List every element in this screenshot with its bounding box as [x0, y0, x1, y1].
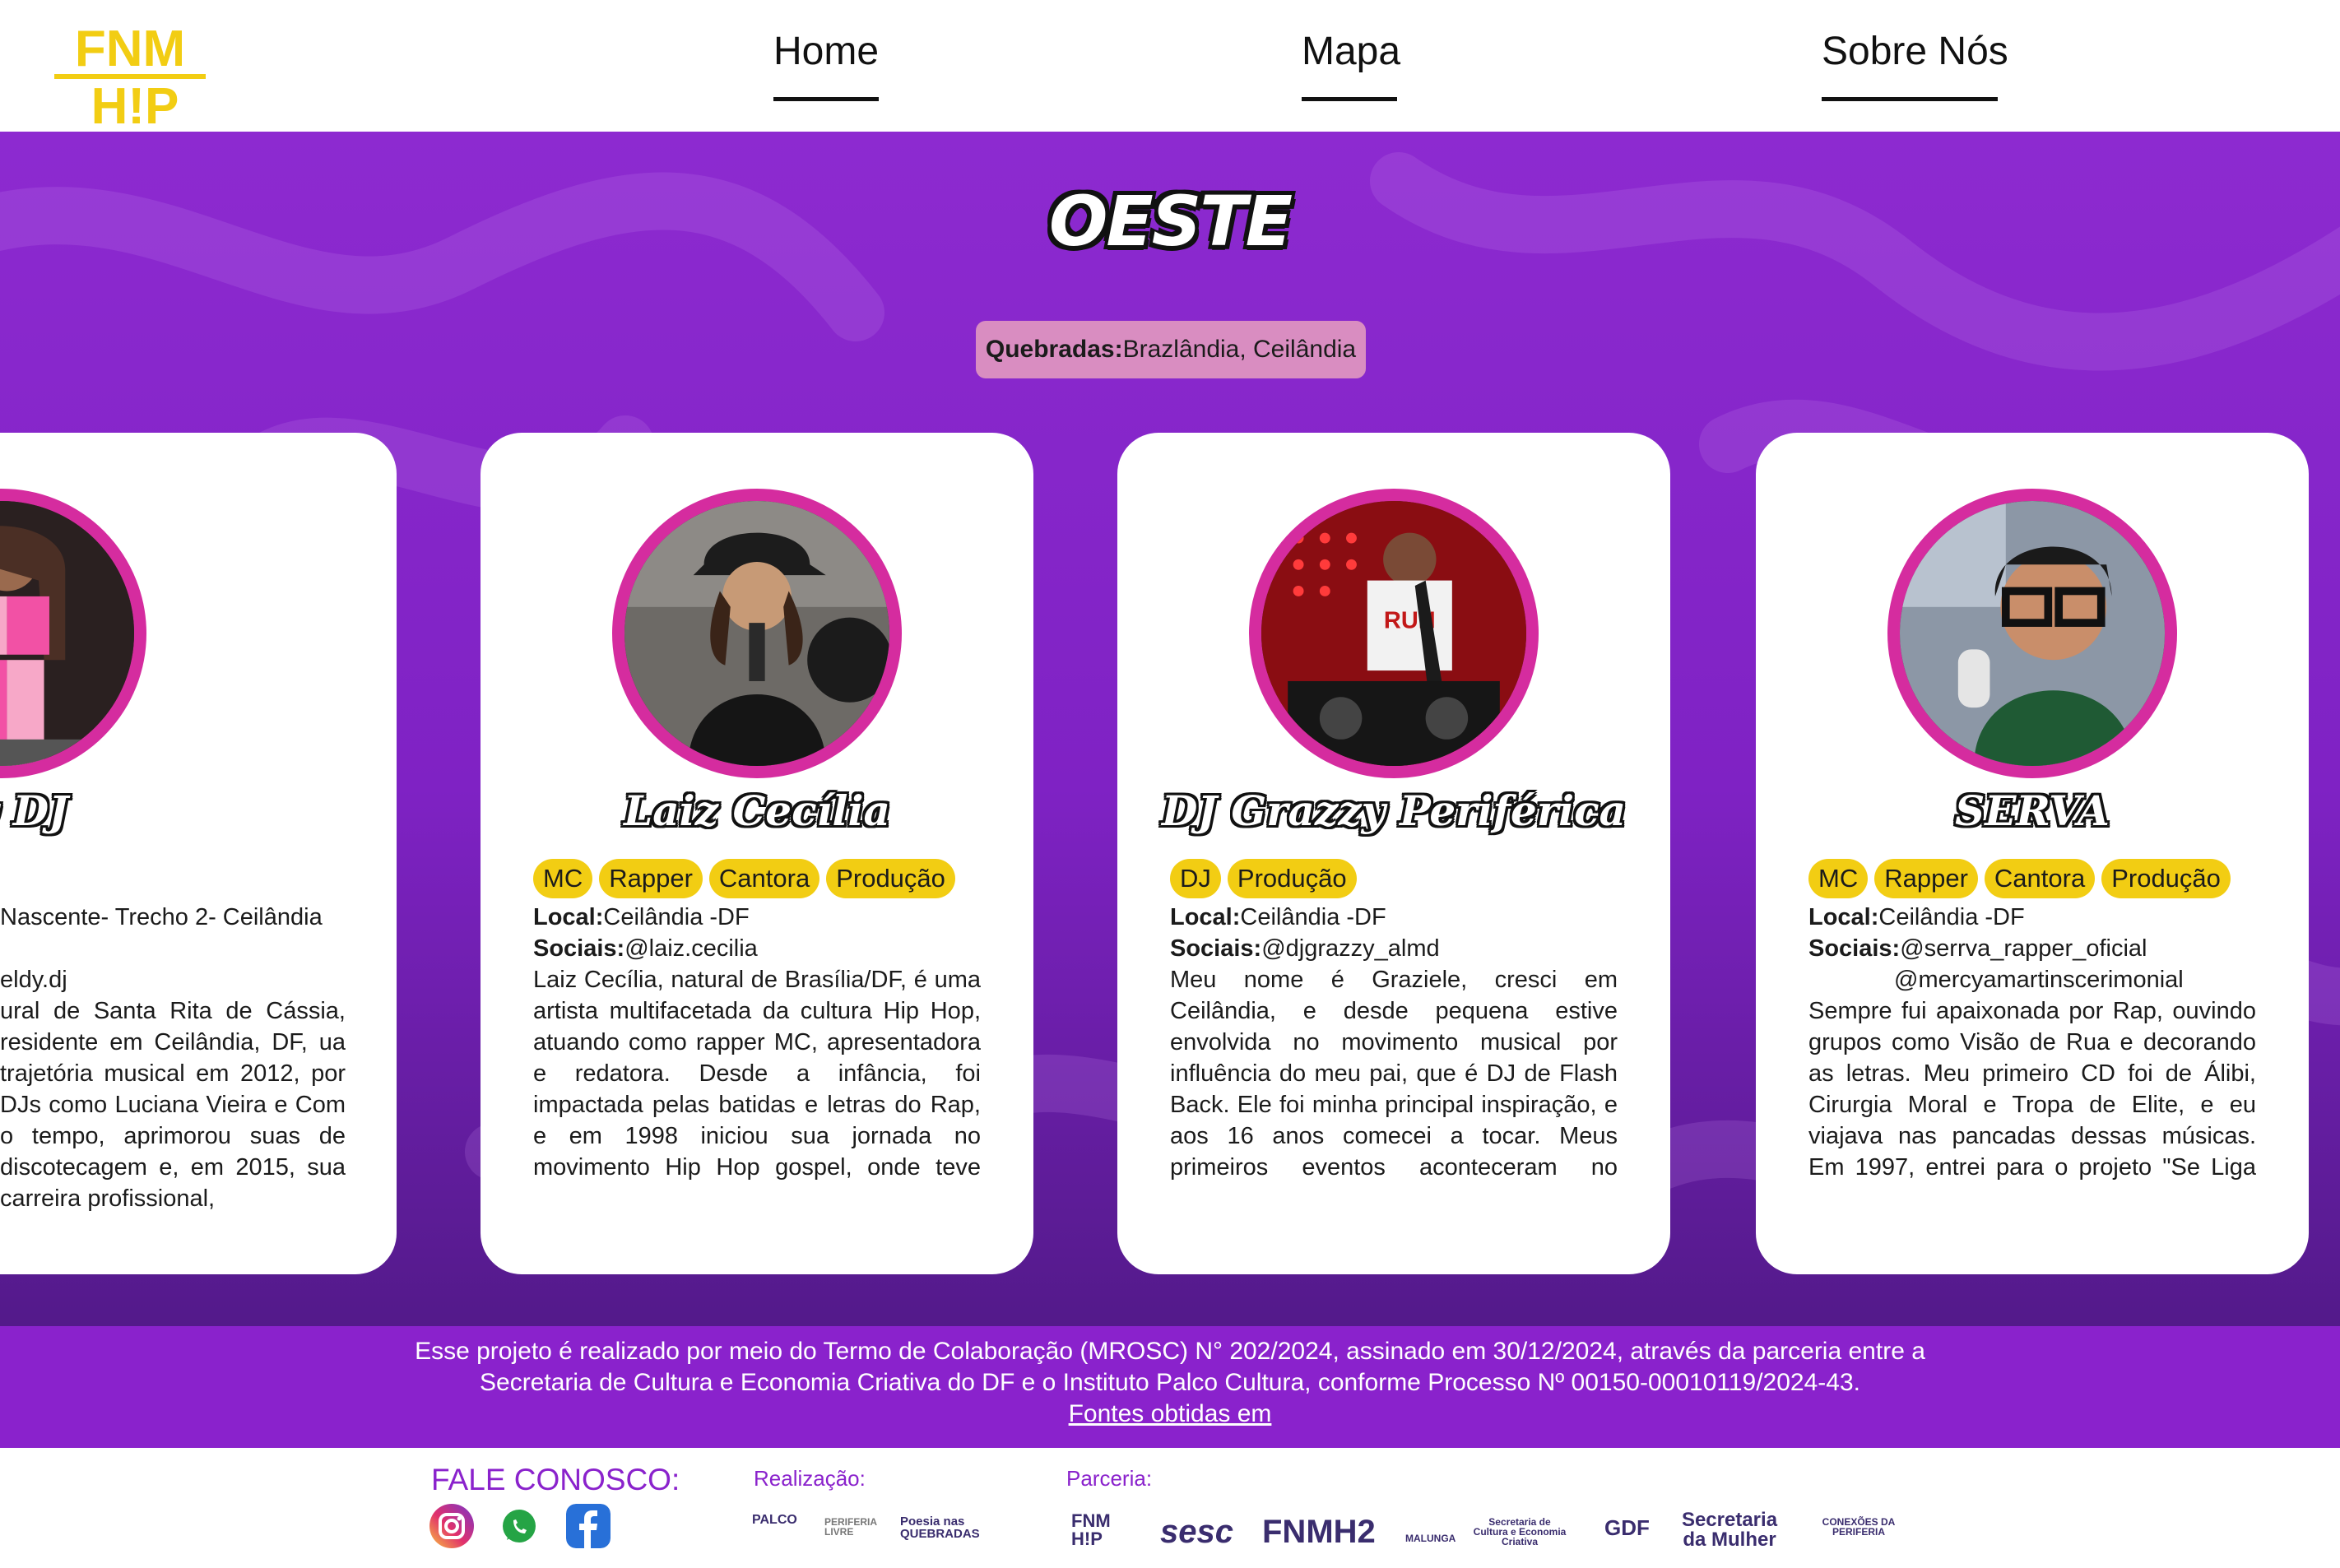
tag: Rapper — [1874, 859, 1978, 898]
facebook-icon[interactable] — [566, 1504, 611, 1548]
nav-mapa-underline — [1302, 97, 1397, 101]
artist-photo — [612, 489, 902, 778]
artist-tags: MC Rapper Cantora Produção — [1808, 859, 2231, 898]
artist-card-laiz-cecilia[interactable]: Laiz Cecília MC Rapper Cantora Produção … — [481, 433, 1033, 1274]
artist-name: Laiz Cecília — [624, 786, 890, 835]
artist-card-dj-grazzy[interactable]: RUN DJ Grazzy Periférica DJ Produção Loc… — [1117, 433, 1670, 1274]
svg-text:H!P: H!P — [91, 78, 179, 125]
artist-bio: Meu nome é Graziele, cresci em Ceilândia… — [1170, 967, 1618, 1181]
artist-bio: Laiz Cecília, natural de Brasília/DF, é … — [533, 967, 981, 1181]
artist-bio: ural de Santa Rita de Cássia, residente … — [0, 998, 346, 1212]
palco-logo: PALCO — [752, 1513, 797, 1527]
fnm-hip-partner-logo: FNM H!P — [1071, 1510, 1111, 1549]
fnmh2-logo: FNMH2 — [1262, 1514, 1376, 1550]
artist-local: Local:Ceilândia -DF — [1808, 904, 2025, 930]
artist-sociais: Sociais:@djgrazzy_almd — [1170, 935, 1440, 962]
poesia-quebradas-logo: Poesia nas QUEBRADAS — [900, 1515, 980, 1541]
artist-bio: Sempre fui apaixonada por Rap, ouvindo g… — [1808, 998, 2256, 1181]
artist-card-serva[interactable]: SERVA MC Rapper Cantora Produção Local:C… — [1756, 433, 2309, 1274]
artist-sociais: Sociais:@laiz.cecilia — [533, 935, 758, 962]
fnm-hip-logo[interactable]: FNM H!P — [54, 18, 206, 125]
artist-info: Local:Ceilândia -DF Sociais:@djgrazzy_al… — [1170, 902, 1618, 1183]
quebradas-badge: Quebradas:Brazlândia, Ceilândia — [976, 321, 1366, 378]
parceria-label: Parceria: — [1066, 1466, 1153, 1491]
tag: Cantora — [708, 859, 820, 898]
credits-line-1: Esse projeto é realizado por meio do Ter… — [415, 1338, 1925, 1365]
artist-sociais: eldy.dj — [0, 967, 67, 993]
artist-photo: RUN — [1249, 489, 1539, 778]
quebradas-value: Brazlândia, Ceilândia — [1122, 336, 1357, 363]
tag: Produção — [826, 859, 955, 898]
tag: Produção — [1227, 859, 1357, 898]
sources-link[interactable]: Fontes obtidas em — [1069, 1399, 1272, 1430]
artist-tags: MC Rapper Cantora Produção — [533, 859, 955, 898]
quebradas-label: Quebradas: — [985, 336, 1123, 363]
nav-home-underline — [773, 97, 879, 101]
nav-sobre-nos[interactable]: Sobre Nós — [1822, 26, 2008, 101]
nav-home[interactable]: Home — [773, 26, 879, 101]
region-title: OESTE — [1049, 181, 1293, 262]
artist-local: Local:Ceilândia -DF — [1170, 904, 1386, 930]
credits-line-3: Fontes obtidas em — [0, 1399, 2340, 1430]
region-section: OESTE Quebradas:Brazlândia, Ceilândia Ei… — [0, 132, 2340, 1326]
instagram-icon[interactable] — [429, 1504, 474, 1548]
tag: Rapper — [599, 859, 703, 898]
gdf-logo: GDF — [1604, 1515, 1650, 1540]
tag: DJ — [1170, 859, 1221, 898]
credits-line-2: Secretaria de Cultura e Economia Criativ… — [480, 1369, 1860, 1396]
project-credits-band: Esse projeto é realizado por meio do Ter… — [0, 1326, 2340, 1448]
artist-local: Local:Ceilândia -DF — [533, 904, 750, 930]
artist-info: Nascente- Trecho 2- Ceilândia eldy.dj ur… — [0, 902, 346, 1214]
artist-name: Eidy DJ — [0, 786, 68, 835]
nav-mapa[interactable]: Mapa — [1302, 26, 1401, 101]
nav-sobre-nos-underline — [1822, 97, 1998, 101]
nav-home-label: Home — [773, 30, 880, 73]
nav-sobre-nos-label: Sobre Nós — [1822, 30, 2008, 73]
artist-photo — [1887, 489, 2177, 778]
whatsapp-icon[interactable] — [497, 1504, 541, 1548]
tag: MC — [1808, 859, 1869, 898]
artist-sociais-2: @mercyamartinscerimonial — [1894, 967, 2184, 993]
secretaria-mulher-logo: Secretaria da Mulher — [1681, 1509, 1778, 1551]
artist-name: SERVA — [1955, 786, 2110, 835]
tag: Cantora — [1984, 859, 2096, 898]
artist-photo — [0, 489, 146, 778]
tag: Produção — [2101, 859, 2231, 898]
svg-text:FNM: FNM — [75, 21, 185, 77]
conexoes-periferia-logo: CONEXÕES DA PERIFERIA — [1822, 1516, 1896, 1538]
periferia-livre-logo: PERIFERIA LIVRE — [824, 1516, 877, 1538]
artist-tags: DJ Produção — [1170, 859, 1357, 898]
secretaria-cultura-logo: Secretaria de Cultura e Economia Criativ… — [1473, 1516, 1567, 1547]
artist-card-eidy-dj[interactable]: Eidy DJ Nascente- Trecho 2- Ceilândia el… — [0, 433, 397, 1274]
contact-title: FALE CONOSCO: — [431, 1463, 680, 1496]
artist-info: Local:Ceilândia -DF Sociais:@serrva_rapp… — [1808, 902, 2256, 1183]
artist-name: DJ Grazzy Periférica — [1161, 786, 1626, 835]
artist-local: Nascente- Trecho 2- Ceilândia — [0, 904, 323, 930]
sesc-logo: sesc — [1160, 1514, 1233, 1550]
tag: MC — [533, 859, 593, 898]
artist-info: Local:Ceilândia -DF Sociais:@laiz.cecili… — [533, 902, 981, 1183]
realizacao-label: Realização: — [754, 1466, 866, 1491]
artist-sociais: Sociais:@serrva_rapper_oficial — [1808, 935, 2147, 962]
nav-mapa-label: Mapa — [1302, 30, 1401, 73]
contact-partners-section: FALE CONOSCO: Realização: PALCO PERIFERI… — [0, 1448, 2340, 1568]
site-header: FNM H!P Home Mapa Sobre Nós — [0, 0, 2340, 132]
malunga-logo: MALUNGA — [1405, 1533, 1456, 1544]
